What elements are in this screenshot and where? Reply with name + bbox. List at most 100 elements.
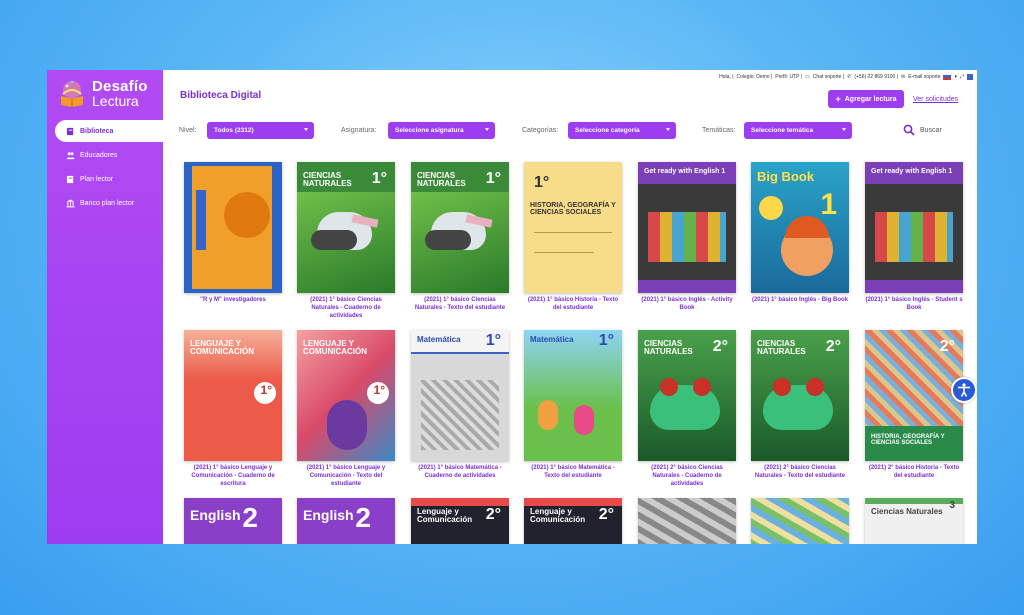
book-cover[interactable]: Lenguaje y Comunicación 2°	[411, 498, 509, 544]
book-title-link[interactable]: (2021) 1° básico Matemática - Texto del …	[524, 465, 622, 481]
book-cover[interactable]: Matemática 1°	[411, 330, 509, 461]
nivel-select[interactable]: Todos (2312)	[207, 122, 314, 139]
book-card[interactable]: Get ready with English 1 (2021) 1° básico…	[865, 162, 963, 313]
book-cover[interactable]: CIENCIAS NATURALES 1°	[297, 162, 395, 293]
fullscreen-icon[interactable]: ⤢	[960, 74, 964, 80]
book-cover[interactable]: Matemática 1°	[524, 330, 622, 461]
book-cover[interactable]: Lenguaje y Comunicación 2°	[524, 498, 622, 544]
book-title-link[interactable]: (2021) 1° básico Lenguaje y Comunicación…	[297, 465, 395, 488]
chat-support-link[interactable]: Chat soporte |	[813, 74, 844, 80]
book-cover[interactable]	[751, 498, 849, 544]
tematicas-select-value: Seleccione temática	[751, 127, 814, 134]
book-card[interactable]: CIENCIAS NATURALES 2° (2021) 2° básico Cie…	[638, 330, 736, 488]
tematicas-label: Temáticas:	[702, 127, 736, 134]
chevron-down-icon[interactable]: ▾	[954, 74, 957, 80]
book-card[interactable]: Ciencias Naturales 3	[865, 498, 963, 544]
book-card[interactable]: Lenguaje y Comunicación 2°	[524, 498, 622, 544]
cover-art	[806, 378, 824, 396]
cover-art	[421, 380, 499, 450]
book-cover[interactable]: HISTORIA, GEOGRAFÍA Y CIENCIAS SOCIALES 2…	[865, 330, 963, 461]
book-card[interactable]: CIENCIAS NATURALES 1° (2021) 1° básico Cie…	[297, 162, 395, 320]
book-card[interactable]: HISTORIA, GEOGRAFÍA Y CIENCIAS SOCIALES 2…	[865, 330, 963, 481]
book-cover[interactable]: CIENCIAS NATURALES 2°	[751, 330, 849, 461]
book-title-link[interactable]: (2021) 1° básico Matemática - Cuaderno d…	[411, 465, 509, 481]
book-card[interactable]: English 2	[184, 498, 282, 544]
book-cover[interactable]: English 2	[184, 498, 282, 544]
book-card[interactable]: Matemática 1° (2021) 1° básico Matemática …	[411, 330, 509, 481]
sidebar-item-label: Banco plan lector	[80, 199, 135, 207]
book-title-link[interactable]: (2021) 1° básico Historia - Texto del es…	[524, 297, 622, 313]
book-cover[interactable]: HISTORIA, GEOGRAFÍA Y CIENCIAS SOCIALES 1…	[524, 162, 622, 293]
chevron-down-icon	[485, 128, 489, 131]
cover-art	[425, 230, 471, 250]
book-card[interactable]: CIENCIAS NATURALES 2° (2021) 2° básico Cie…	[751, 330, 849, 481]
book-card[interactable]: Lenguaje y Comunicación 2°	[411, 498, 509, 544]
book-card[interactable]: LENGUAJE Y COMUNICACIÓN 1° (2021) 1° básic…	[297, 330, 395, 488]
book-card[interactable]: English 2	[297, 498, 395, 544]
search-icon	[903, 124, 915, 136]
sidebar-item-label: Biblioteca	[80, 127, 114, 135]
book-card[interactable]: Get ready with English 1 (2021) 1° básico…	[638, 162, 736, 313]
book-title-link[interactable]: (2021) 1° básico Inglés - Activity Book	[638, 297, 736, 313]
book-title-link[interactable]: (2021) 2° básico Ciencias Naturales - Te…	[751, 465, 849, 481]
sidebar-item-educadores[interactable]: Educadores	[47, 144, 163, 166]
search-button[interactable]: Buscar	[903, 124, 942, 136]
cover-art	[875, 212, 953, 262]
book-title-link[interactable]: (2021) 1° básico Inglés - Big Book	[751, 297, 849, 305]
search-label: Buscar	[920, 126, 942, 134]
cover-grade-number: 1	[820, 188, 837, 221]
book-cover[interactable]: Ciencias Naturales 3	[865, 498, 963, 544]
asignatura-select[interactable]: Seleccione asignatura	[388, 122, 495, 139]
book-title-link[interactable]: (2021) 1° básico Inglés - Student s Book	[865, 297, 963, 313]
cover-grade-number: 2°	[485, 506, 501, 523]
nivel-select-value: Todos (2312)	[214, 127, 254, 134]
book-cover[interactable]: CIENCIAS NATURALES 1°	[411, 162, 509, 293]
email-support-link[interactable]: E-mail soporte	[908, 74, 940, 80]
book-title-link[interactable]: (2021) 1° básico Ciencias Naturales - Te…	[411, 297, 509, 313]
book-title-link[interactable]: (2021) 2° básico Ciencias Naturales - Cu…	[638, 465, 736, 488]
cover-grade-number: 1°	[485, 170, 501, 187]
logo[interactable]: Desafío Lectura	[57, 76, 157, 110]
cover-grade-number: 2°	[825, 338, 841, 355]
categorias-select[interactable]: Seleccione categoría	[568, 122, 676, 139]
flag-icon[interactable]	[943, 74, 952, 80]
chevron-down-icon	[304, 128, 308, 131]
plus-icon: +	[835, 94, 841, 104]
book-card[interactable]	[638, 498, 736, 544]
sidebar-item-biblioteca[interactable]: Biblioteca	[55, 120, 163, 142]
book-cover[interactable]: CIENCIAS NATURALES 2°	[638, 330, 736, 461]
page-title: Biblioteca Digital	[180, 90, 262, 101]
book-card[interactable]	[751, 498, 849, 544]
book-card[interactable]: HISTORIA, GEOGRAFÍA Y CIENCIAS SOCIALES 1…	[524, 162, 622, 313]
book-cover[interactable]: Get ready with English 1	[638, 162, 736, 293]
book-card[interactable]: Big Book 1 (2021) 1° básico Inglés - Big B…	[751, 162, 849, 305]
save-icon[interactable]	[967, 74, 973, 80]
book-title-link[interactable]: "R y M" investigadores	[184, 297, 282, 305]
chevron-down-icon	[842, 128, 846, 131]
book-title-link[interactable]: (2021) 2° básico Historia - Texto del es…	[865, 465, 963, 481]
cover-grade-number: 2°	[598, 506, 614, 523]
sidebar-item-plan-lector[interactable]: Plan lector	[47, 168, 163, 190]
book-card[interactable]: LENGUAJE Y COMUNICACIÓN 1° (2021) 1° básic…	[184, 330, 282, 488]
cover-title: LENGUAJE Y COMUNICACIÓN	[303, 339, 367, 357]
add-reading-button[interactable]: + Agregar lectura	[828, 90, 904, 108]
tematicas-select[interactable]: Seleccione temática	[744, 122, 852, 139]
book-title-link[interactable]: (2021) 1° básico Lenguaje y Comunicación…	[184, 465, 282, 488]
sidebar-item-banco-plan-lector[interactable]: Banco plan lector	[47, 192, 163, 214]
book-title-link[interactable]: (2021) 1° básico Ciencias Naturales - Cu…	[297, 297, 395, 320]
accessibility-icon	[958, 383, 970, 397]
book-card[interactable]: "R y M" investigadores	[184, 162, 282, 305]
book-cover[interactable]: Big Book 1	[751, 162, 849, 293]
see-requests-link[interactable]: Ver solicitudes	[913, 96, 958, 103]
book-cover[interactable]: LENGUAJE Y COMUNICACIÓN 1°	[297, 330, 395, 461]
book-cover[interactable]: LENGUAJE Y COMUNICACIÓN 1°	[184, 330, 282, 461]
book-card[interactable]: Matemática 1° (2021) 1° básico Matemática …	[524, 330, 622, 481]
book-cover[interactable]	[184, 162, 282, 293]
book-card[interactable]: CIENCIAS NATURALES 1° (2021) 1° básico Cie…	[411, 162, 509, 313]
book-cover[interactable]	[638, 498, 736, 544]
accessibility-button[interactable]	[951, 377, 977, 403]
book-cover[interactable]: English 2	[297, 498, 395, 544]
book-cover[interactable]: Get ready with English 1	[865, 162, 963, 293]
cover-grade-number: 1°	[598, 332, 614, 349]
cover-art	[638, 280, 736, 293]
